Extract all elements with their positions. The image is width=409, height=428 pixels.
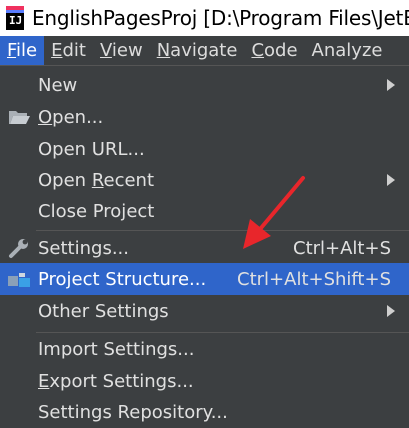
red-arrow-icon [243, 176, 305, 249]
